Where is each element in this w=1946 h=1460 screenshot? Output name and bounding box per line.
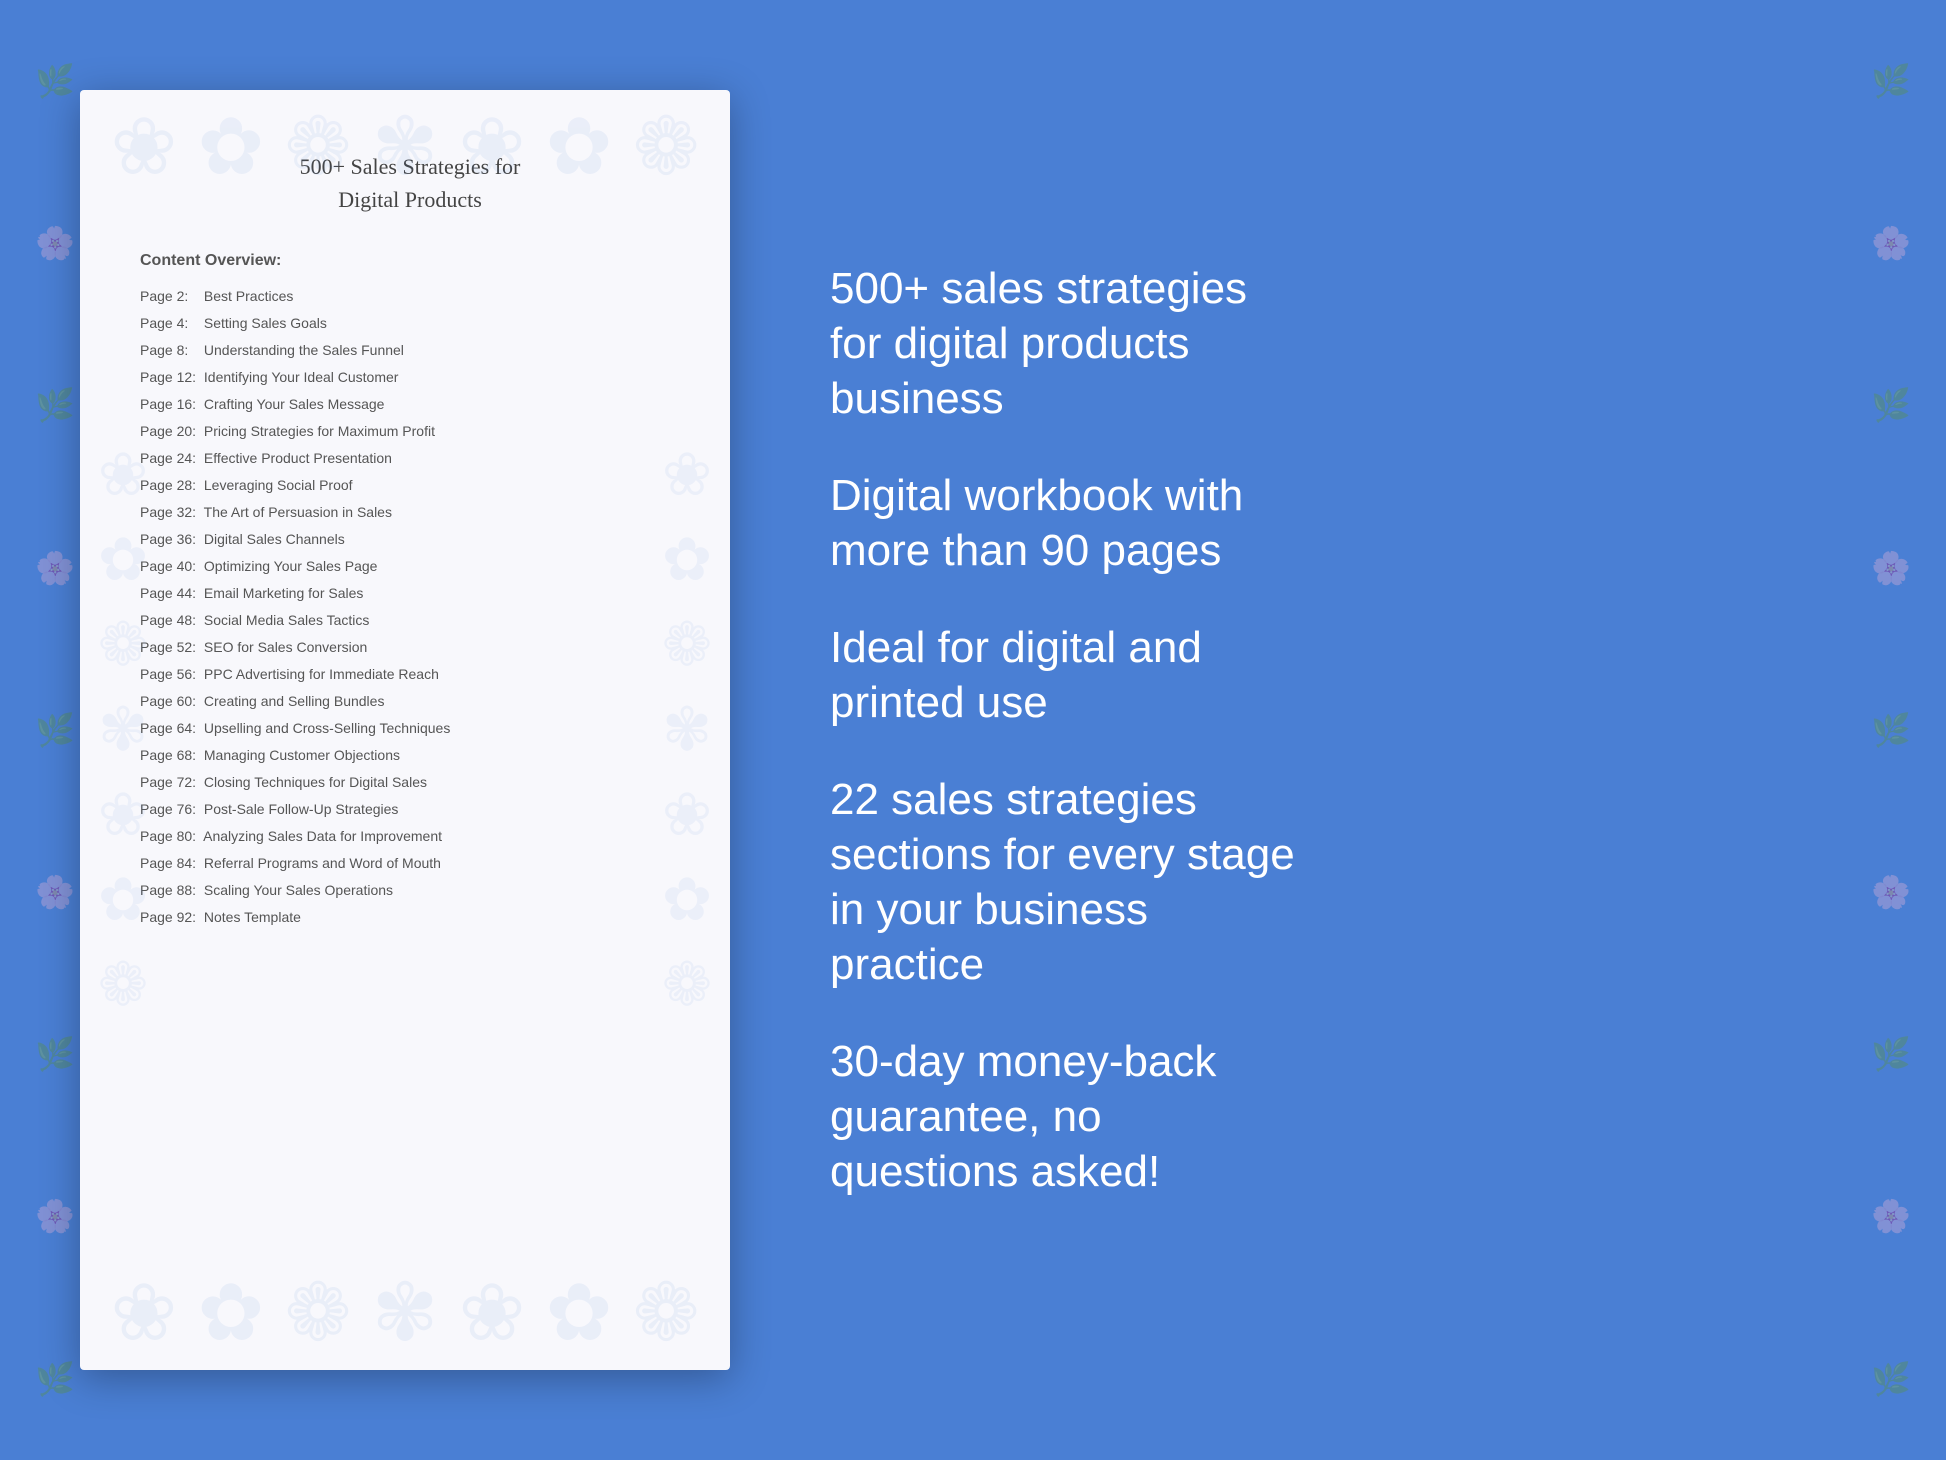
toc-title: Leveraging Social Proof [200, 477, 353, 493]
toc-page-number: Page 24: [140, 448, 200, 469]
toc-page-number: Page 76: [140, 799, 200, 820]
toc-page-number: Page 16: [140, 394, 200, 415]
toc-item: Page 44: Email Marketing for Sales [140, 583, 680, 604]
toc-page-number: Page 64: [140, 718, 200, 739]
toc-title: Effective Product Presentation [200, 450, 392, 466]
toc-title: Best Practices [200, 288, 293, 304]
toc-item: Page 48: Social Media Sales Tactics [140, 610, 680, 631]
toc-title: PPC Advertising for Immediate Reach [200, 666, 439, 682]
toc-item: Page 4: Setting Sales Goals [140, 313, 680, 334]
toc-title: Upselling and Cross-Selling Techniques [200, 720, 450, 736]
toc-page-number: Page 32: [140, 502, 200, 523]
toc-item: Page 32: The Art of Persuasion in Sales [140, 502, 680, 523]
toc-title: Social Media Sales Tactics [200, 612, 369, 628]
toc-page-number: Page 48: [140, 610, 200, 631]
toc-page-number: Page 72: [140, 772, 200, 793]
section-heading: Content Overview: [140, 252, 680, 270]
toc-page-number: Page 92: [140, 907, 200, 928]
toc-title: Post-Sale Follow-Up Strategies [200, 801, 398, 817]
feature-item: 22 sales strategies sections for every s… [830, 772, 1866, 992]
toc-page-number: Page 2: [140, 286, 200, 307]
toc-item: Page 16: Crafting Your Sales Message [140, 394, 680, 415]
toc-page-number: Page 60: [140, 691, 200, 712]
toc-title: Email Marketing for Sales [200, 585, 363, 601]
toc-item: Page 8: Understanding the Sales Funnel [140, 340, 680, 361]
toc-title: Pricing Strategies for Maximum Profit [200, 423, 435, 439]
features-panel: 500+ sales strategies for digital produc… [810, 261, 1866, 1199]
toc-page-number: Page 28: [140, 475, 200, 496]
toc-title: Analyzing Sales Data for Improvement [200, 828, 442, 844]
toc-title: Digital Sales Channels [200, 531, 345, 547]
toc-page-number: Page 80: [140, 826, 200, 847]
toc-page-number: Page 4: [140, 313, 200, 334]
toc-item: Page 12: Identifying Your Ideal Customer [140, 367, 680, 388]
toc-item: Page 80: Analyzing Sales Data for Improv… [140, 826, 680, 847]
doc-watermark-bottom: ❀ ✿ ❁ ✾ ❀ ✿ ❁ [110, 1266, 699, 1360]
main-container: ❀ ✿ ❁ ✾ ❀ ✿ ❁ ❀ ✿ ❁ ✾ ❀ ✿ ❁ ❀ ✿ ❁ ✾ ❀ ✿ … [0, 0, 1946, 1460]
table-of-contents: Page 2: Best PracticesPage 4: Setting Sa… [140, 286, 680, 928]
toc-page-number: Page 36: [140, 529, 200, 550]
toc-item: Page 28: Leveraging Social Proof [140, 475, 680, 496]
toc-item: Page 20: Pricing Strategies for Maximum … [140, 421, 680, 442]
toc-item: Page 24: Effective Product Presentation [140, 448, 680, 469]
toc-item: Page 36: Digital Sales Channels [140, 529, 680, 550]
toc-title: Crafting Your Sales Message [200, 396, 384, 412]
toc-title: SEO for Sales Conversion [200, 639, 367, 655]
toc-item: Page 68: Managing Customer Objections [140, 745, 680, 766]
toc-page-number: Page 8: [140, 340, 200, 361]
toc-title: Managing Customer Objections [200, 747, 400, 763]
toc-item: Page 64: Upselling and Cross-Selling Tec… [140, 718, 680, 739]
toc-page-number: Page 20: [140, 421, 200, 442]
toc-title: Understanding the Sales Funnel [200, 342, 404, 358]
feature-item: 30-day money-back guarantee, no question… [830, 1034, 1866, 1199]
toc-page-number: Page 68: [140, 745, 200, 766]
toc-item: Page 84: Referral Programs and Word of M… [140, 853, 680, 874]
toc-item: Page 60: Creating and Selling Bundles [140, 691, 680, 712]
feature-item: 500+ sales strategies for digital produc… [830, 261, 1866, 426]
toc-title: Optimizing Your Sales Page [200, 558, 377, 574]
toc-title: Closing Techniques for Digital Sales [200, 774, 427, 790]
document-title: 500+ Sales Strategies for Digital Produc… [140, 150, 680, 216]
toc-page-number: Page 88: [140, 880, 200, 901]
toc-page-number: Page 52: [140, 637, 200, 658]
toc-item: Page 92: Notes Template [140, 907, 680, 928]
toc-item: Page 40: Optimizing Your Sales Page [140, 556, 680, 577]
feature-item: Digital workbook with more than 90 pages [830, 468, 1866, 578]
toc-title: Scaling Your Sales Operations [200, 882, 393, 898]
toc-title: The Art of Persuasion in Sales [200, 504, 392, 520]
toc-page-number: Page 56: [140, 664, 200, 685]
toc-page-number: Page 40: [140, 556, 200, 577]
toc-page-number: Page 12: [140, 367, 200, 388]
document-page: ❀ ✿ ❁ ✾ ❀ ✿ ❁ ❀ ✿ ❁ ✾ ❀ ✿ ❁ ❀ ✿ ❁ ✾ ❀ ✿ … [80, 90, 730, 1370]
toc-item: Page 2: Best Practices [140, 286, 680, 307]
toc-item: Page 72: Closing Techniques for Digital … [140, 772, 680, 793]
toc-page-number: Page 84: [140, 853, 200, 874]
toc-item: Page 76: Post-Sale Follow-Up Strategies [140, 799, 680, 820]
feature-item: Ideal for digital and printed use [830, 620, 1866, 730]
toc-title: Setting Sales Goals [200, 315, 327, 331]
toc-title: Referral Programs and Word of Mouth [200, 855, 441, 871]
toc-title: Identifying Your Ideal Customer [200, 369, 398, 385]
toc-title: Notes Template [200, 909, 301, 925]
toc-item: Page 52: SEO for Sales Conversion [140, 637, 680, 658]
toc-item: Page 56: PPC Advertising for Immediate R… [140, 664, 680, 685]
toc-title: Creating and Selling Bundles [200, 693, 384, 709]
toc-item: Page 88: Scaling Your Sales Operations [140, 880, 680, 901]
toc-page-number: Page 44: [140, 583, 200, 604]
